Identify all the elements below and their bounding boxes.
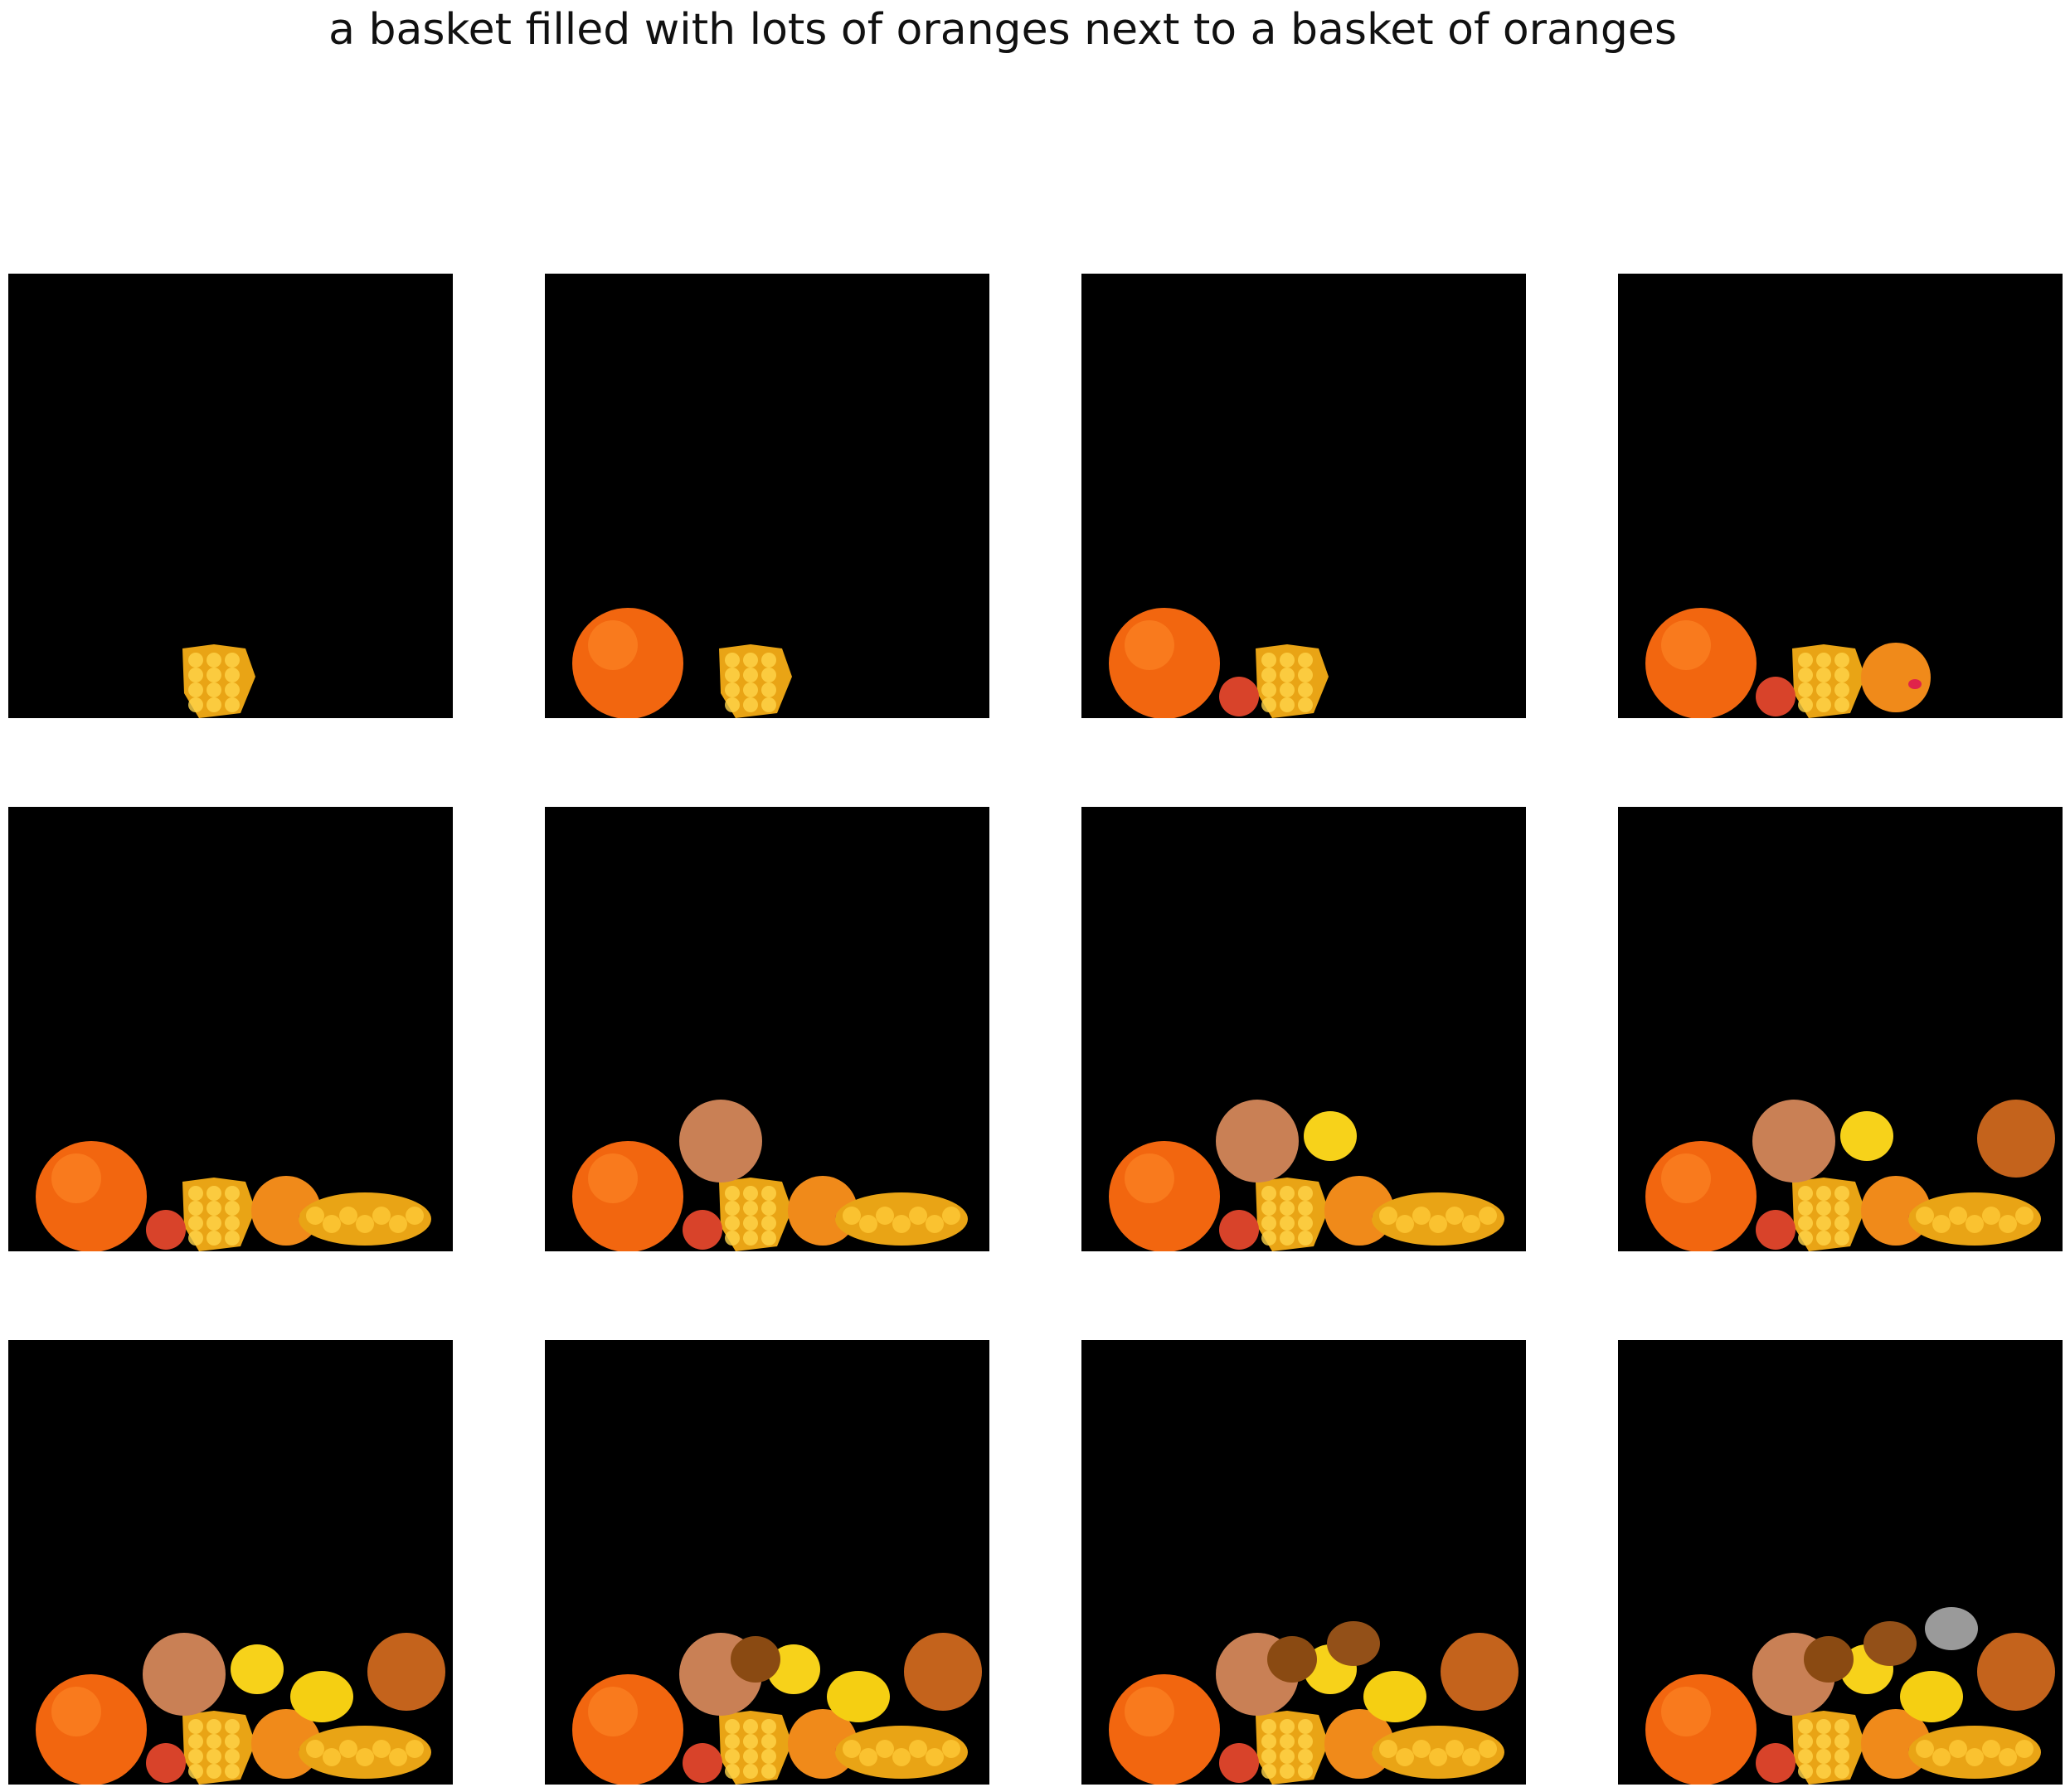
grapefruit-object <box>1752 1100 1835 1183</box>
panel-step-2 <box>545 274 989 718</box>
orange-large-object <box>1645 608 1757 718</box>
red-apple-object <box>683 1210 722 1250</box>
brown-fruit-2-object <box>1863 1621 1917 1666</box>
panel-step-9 <box>8 1340 453 1785</box>
orange-dark-object <box>1977 1100 2055 1178</box>
orange-cluster-object <box>1908 1726 2041 1779</box>
lemon-1-object <box>231 1644 284 1694</box>
orange-cluster-object <box>1372 1726 1504 1779</box>
red-apple-object <box>1219 1210 1259 1250</box>
brown-fruit-1-object <box>731 1636 780 1683</box>
panel-canvas <box>545 807 989 1251</box>
figure-title: a basket filled with lots of oranges nex… <box>328 5 1677 55</box>
orange-large-object <box>572 1141 683 1251</box>
panel-step-5 <box>8 807 453 1251</box>
orange-large-object <box>1109 1141 1220 1251</box>
panel-step-3 <box>1081 274 1526 718</box>
orange-dark-object <box>1977 1633 2055 1711</box>
orange-dark-object <box>904 1633 982 1711</box>
orange-cluster-object <box>1908 1192 2041 1246</box>
lemon-1-object <box>1304 1111 1357 1161</box>
panel-canvas <box>1081 807 1526 1251</box>
red-apple-object <box>1756 1743 1795 1783</box>
orange-large-object <box>572 1674 683 1785</box>
panel-step-7 <box>1081 807 1526 1251</box>
red-apple-object <box>1219 677 1259 716</box>
red-apple-object <box>146 1743 186 1783</box>
brown-fruit-2-object <box>1327 1621 1380 1666</box>
grapefruit-object <box>679 1100 762 1183</box>
orange-large-object <box>1645 1674 1757 1785</box>
orange-large-object <box>1645 1141 1757 1251</box>
orange-large-object <box>36 1141 147 1251</box>
panel-step-1 <box>8 274 453 718</box>
lemon-2-object <box>1363 1671 1426 1722</box>
orange-cluster-object <box>299 1192 431 1246</box>
red-apple-object <box>683 1743 722 1783</box>
panel-step-6 <box>545 807 989 1251</box>
lemon-2-object <box>1900 1671 1963 1722</box>
orange-dark-object <box>367 1633 445 1711</box>
orange-cluster-object <box>299 1726 431 1779</box>
panel-step-10 <box>545 1340 989 1785</box>
red-apple-object <box>1219 1743 1259 1783</box>
orange-large-object <box>1109 1674 1220 1785</box>
panel-canvas <box>1081 274 1526 718</box>
panel-canvas <box>545 274 989 718</box>
gray-fruit-object <box>1925 1607 1978 1650</box>
lemon-2-object <box>290 1671 353 1722</box>
brown-fruit-1-object <box>1267 1636 1317 1683</box>
panel-canvas <box>545 1340 989 1785</box>
brown-fruit-1-object <box>1804 1636 1854 1683</box>
panel-canvas <box>1618 274 2063 718</box>
red-apple-object <box>1756 677 1795 716</box>
orange-large-object <box>1109 608 1220 718</box>
red-apple-object <box>1756 1210 1795 1250</box>
orange-cluster-object <box>835 1192 968 1246</box>
panel-canvas <box>8 807 453 1251</box>
panel-canvas <box>8 1340 453 1785</box>
lemon-2-object <box>827 1671 890 1722</box>
orange-cluster-object <box>1372 1192 1504 1246</box>
panel-step-4 <box>1618 274 2063 718</box>
panel-step-11 <box>1081 1340 1526 1785</box>
orange-dark-object <box>1441 1633 1518 1711</box>
orange-large-object <box>36 1674 147 1785</box>
orange-cluster-object <box>835 1726 968 1779</box>
lemon-1-object <box>1840 1111 1893 1161</box>
orange-face-object <box>1861 643 1931 712</box>
panel-canvas <box>8 274 453 718</box>
panel-step-8 <box>1618 807 2063 1251</box>
grapefruit-object <box>1216 1100 1299 1183</box>
panel-canvas <box>1618 807 2063 1251</box>
panel-canvas <box>1081 1340 1526 1785</box>
red-apple-object <box>146 1210 186 1250</box>
grapefruit-object <box>143 1633 226 1716</box>
panel-canvas <box>1618 1340 2063 1785</box>
orange-large-object <box>572 608 683 718</box>
panel-step-12 <box>1618 1340 2063 1785</box>
